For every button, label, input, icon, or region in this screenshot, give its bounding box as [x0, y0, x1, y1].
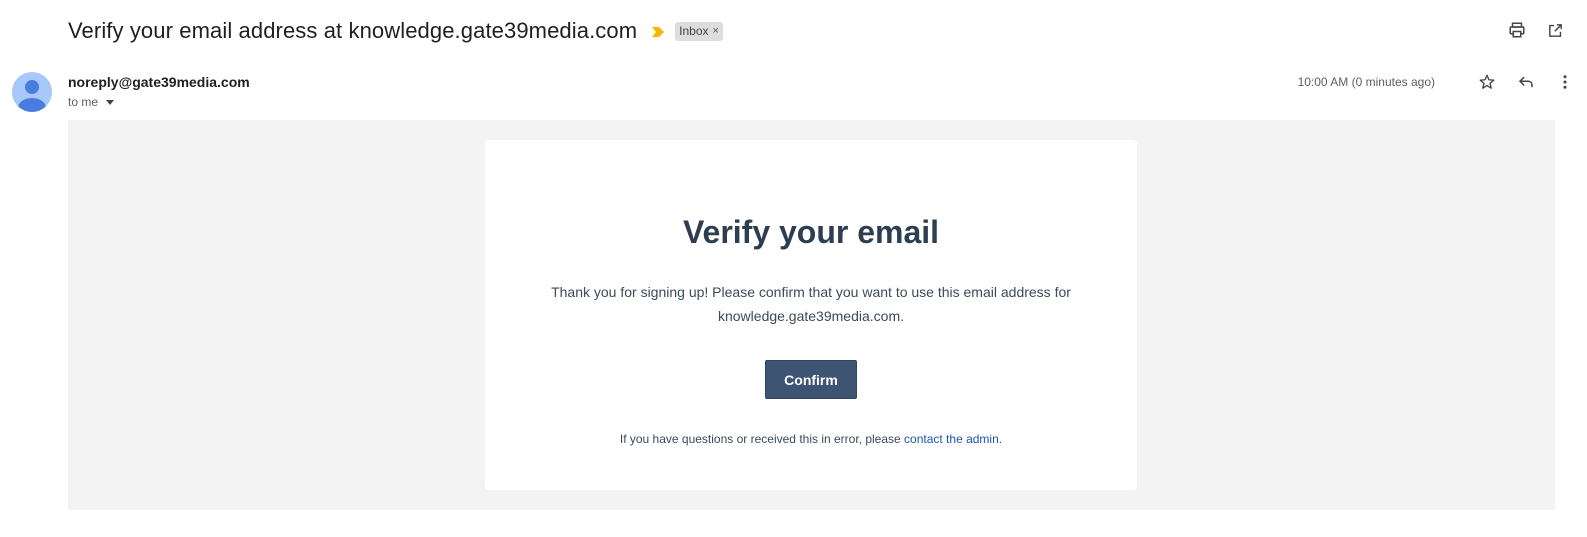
message-timestamp: 10:00 AM (0 minutes ago): [1297, 75, 1435, 89]
confirm-button[interactable]: Confirm: [765, 360, 857, 399]
contact-admin-link[interactable]: contact the admin: [904, 432, 999, 446]
more-vert-icon[interactable]: [1555, 72, 1575, 92]
open-in-new-window-icon[interactable]: [1545, 20, 1565, 40]
inbox-label-chip: Inbox ×: [675, 21, 723, 41]
recipient-label: to me: [68, 95, 99, 109]
email-body: Verify your email Thank you for signing …: [68, 120, 1555, 510]
sender-avatar[interactable]: [12, 72, 52, 112]
footnote-text: If you have questions or received this i…: [619, 432, 905, 446]
label-text: Inbox: [679, 24, 709, 38]
email-heading: Verify your email: [682, 214, 940, 250]
sender-email[interactable]: noreply@gate39media.com: [68, 74, 250, 90]
verification-card: Verify your email Thank you for signing …: [485, 140, 1137, 490]
email-view: Verify your email address at knowledge.g…: [0, 0, 1587, 537]
recipient-details-toggle[interactable]: to me: [68, 95, 115, 109]
remove-label-icon[interactable]: ×: [713, 25, 719, 37]
thread-toolbar: [1507, 20, 1565, 40]
subject-row: Verify your email address at knowledge.g…: [68, 14, 723, 48]
reply-icon[interactable]: [1516, 72, 1536, 92]
email-subject: Verify your email address at knowledge.g…: [68, 18, 638, 43]
message-actions: [1477, 72, 1575, 92]
email-footnote: If you have questions or received this i…: [485, 432, 1137, 446]
star-icon[interactable]: [1477, 72, 1497, 92]
print-icon[interactable]: [1507, 20, 1527, 40]
email-intro-text: Thank you for signing up! Please confirm…: [551, 284, 1071, 324]
chevron-down-icon: [106, 100, 115, 105]
footnote-period: .: [998, 432, 1003, 446]
importance-marker-icon[interactable]: [651, 25, 665, 37]
